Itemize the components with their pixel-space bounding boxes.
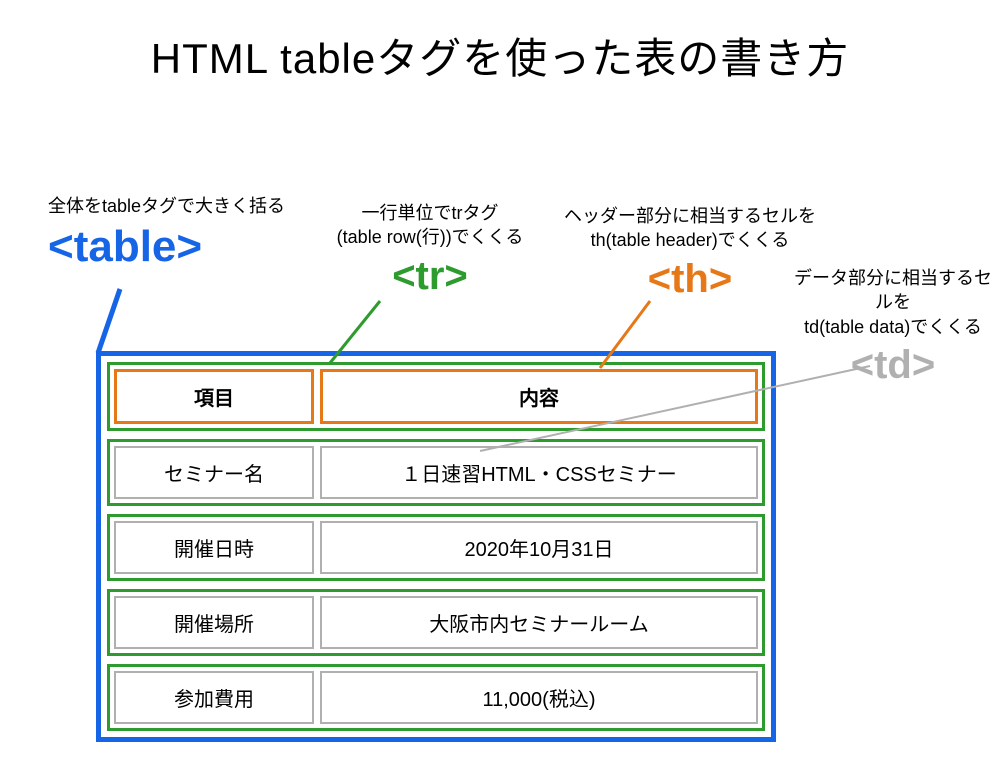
table-row: 開催場所 大阪市内セミナールーム: [107, 589, 765, 656]
line-table: [98, 289, 120, 353]
td-cell: 11,000(税込): [320, 671, 758, 724]
td-cell: 開催場所: [114, 596, 314, 649]
annotation-th-desc2: th(table header)でくくる: [540, 228, 840, 252]
annotation-table-desc: 全体をtableタグで大きく括る: [48, 194, 308, 218]
th-cell-col1: 項目: [114, 369, 314, 424]
td-cell: 大阪市内セミナールーム: [320, 596, 758, 649]
table-row: 開催日時 2020年10月31日: [107, 514, 765, 581]
td-cell: 2020年10月31日: [320, 521, 758, 574]
annotation-td: データ部分に相当するセルを td(table data)でくくる <td>: [788, 266, 998, 388]
annotation-td-desc2: td(table data)でくくる: [788, 315, 998, 339]
table-row-header: 項目 内容: [107, 362, 765, 431]
annotation-tr-tag: <tr>: [310, 254, 550, 299]
td-cell: １日速習HTML・CSSセミナー: [320, 446, 758, 499]
page-title: HTML tableタグを使った表の書き方: [0, 0, 1000, 86]
td-cell: 参加費用: [114, 671, 314, 724]
th-cell-col2: 内容: [320, 369, 758, 424]
table-row: セミナー名 １日速習HTML・CSSセミナー: [107, 439, 765, 506]
annotation-table-tag: <table>: [48, 222, 308, 272]
table-frame: 項目 内容 セミナー名 １日速習HTML・CSSセミナー 開催日時 2020年1…: [96, 351, 776, 742]
annotation-tr: 一行単位でtrタグ (table row(行))でくくる <tr>: [310, 201, 550, 299]
annotation-th-desc1: ヘッダー部分に相当するセルを: [540, 204, 840, 228]
annotation-tr-desc1: 一行単位でtrタグ: [310, 201, 550, 225]
annotation-td-tag: <td>: [788, 343, 998, 388]
td-cell: 開催日時: [114, 521, 314, 574]
table-row: 参加費用 11,000(税込): [107, 664, 765, 731]
annotation-table: 全体をtableタグで大きく括る <table>: [48, 194, 308, 272]
annotation-tr-desc2: (table row(行))でくくる: [310, 225, 550, 249]
annotation-td-desc1: データ部分に相当するセルを: [788, 266, 998, 315]
td-cell: セミナー名: [114, 446, 314, 499]
